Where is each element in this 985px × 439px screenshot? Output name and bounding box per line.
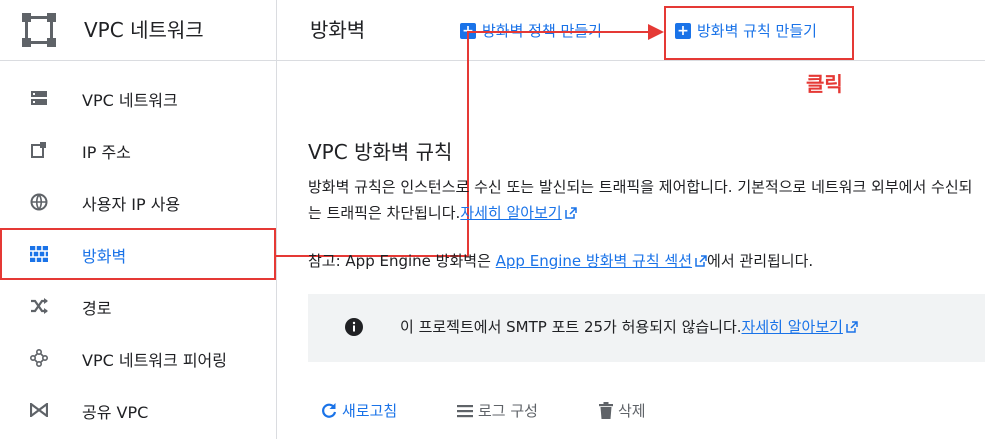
sidebar-item-label: IP 주소 — [82, 143, 131, 162]
product-title: VPC 네트워크 — [84, 18, 204, 42]
sidebar-nav: VPC 네트워크 IP 주소 사용자 IP 사용 방화벽 경로 VPC 네트워크… — [0, 72, 276, 436]
sidebar-item-shared-vpc[interactable]: 공유 VPC — [0, 384, 276, 436]
sidebar-item-ip-addresses[interactable]: IP 주소 — [0, 124, 276, 176]
app-engine-firewall-link[interactable]: App Engine 방화벽 규칙 섹션 — [496, 252, 692, 270]
external-link-icon — [564, 207, 577, 219]
sidebar-item-firewall[interactable]: 방화벽 — [0, 228, 276, 280]
info-banner-text: 이 프로젝트에서 SMTP 포트 25가 허용되지 않습니다.자세히 알아보기 — [400, 316, 858, 337]
sidebar-item-vpc-peering[interactable]: VPC 네트워크 피어링 — [0, 332, 276, 384]
firewall-icon — [29, 244, 49, 264]
section-title: VPC 방화벽 규칙 — [308, 140, 453, 164]
sidebar-item-vpc-networks[interactable]: VPC 네트워크 — [0, 72, 276, 124]
create-firewall-policy-label: 방화벽 정책 만들기 — [482, 22, 602, 40]
shared-vpc-icon — [29, 400, 49, 420]
delete-label: 삭제 — [618, 402, 646, 420]
routes-icon — [29, 296, 49, 316]
refresh-button[interactable]: 새로고침 — [320, 400, 397, 421]
sidebar-item-label: 사용자 IP 사용 — [82, 195, 181, 214]
external-link-icon — [695, 255, 707, 267]
info-message: 이 프로젝트에서 SMTP 포트 25가 허용되지 않습니다. — [400, 318, 742, 336]
description-text: 방화벽 규칙은 인스턴스로 수신 또는 발신되는 트래픽을 제어합니다. 기본적… — [308, 178, 973, 222]
sidebar-item-routes[interactable]: 경로 — [0, 280, 276, 332]
sidebar: VPC 네트워크 VPC 네트워크 IP 주소 사용자 IP 사용 방화벽 경로… — [0, 0, 277, 439]
section-description: 방화벽 규칙은 인스턴스로 수신 또는 발신되는 트래픽을 제어합니다. 기본적… — [308, 174, 973, 226]
peering-icon — [29, 348, 49, 368]
ip-address-icon — [29, 140, 49, 160]
info-icon — [345, 318, 363, 336]
logs-icon — [457, 404, 473, 417]
refresh-label: 새로고침 — [342, 402, 398, 420]
note-suffix: 에서 관리됩니다. — [707, 252, 814, 270]
note-prefix: 참고: App Engine 방화벽은 — [308, 252, 496, 270]
delete-button[interactable]: 삭제 — [598, 400, 646, 421]
vpc-network-icon — [29, 88, 49, 108]
sidebar-item-label: VPC 네트워크 — [82, 91, 178, 110]
info-banner: 이 프로젝트에서 SMTP 포트 25가 허용되지 않습니다.자세히 알아보기 — [308, 294, 985, 362]
add-icon: + — [460, 22, 476, 39]
refresh-icon — [322, 402, 337, 418]
sidebar-item-label: VPC 네트워크 피어링 — [82, 351, 227, 370]
sidebar-header: VPC 네트워크 — [0, 0, 276, 61]
external-link-icon — [846, 321, 858, 333]
page-header: 방화벽 + 방화벽 정책 만들기 + 방화벽 규칙 만들기 — [277, 0, 985, 61]
sidebar-item-external-ip[interactable]: 사용자 IP 사용 — [0, 176, 276, 228]
click-annotation: 클릭 — [806, 72, 843, 96]
page-title: 방화벽 — [310, 18, 366, 42]
globe-icon — [29, 192, 49, 212]
configure-logs-label: 로그 구성 — [478, 402, 538, 420]
sidebar-item-label: 방화벽 — [82, 247, 127, 266]
configure-logs-button[interactable]: 로그 구성 — [456, 400, 538, 421]
app-engine-note: 참고: App Engine 방화벽은 App Engine 방화벽 규칙 섹션… — [308, 248, 813, 274]
create-firewall-policy-button[interactable]: + 방화벽 정책 만들기 — [460, 20, 602, 41]
highlight-box — [664, 6, 854, 60]
learn-more-link[interactable]: 자세히 알아보기 — [460, 204, 561, 222]
smtp-learn-more-link[interactable]: 자세히 알아보기 — [742, 318, 843, 336]
sidebar-item-label: 경로 — [82, 299, 112, 318]
trash-icon — [599, 401, 613, 419]
vpc-product-icon — [22, 13, 56, 47]
sidebar-item-label: 공유 VPC — [82, 403, 149, 422]
